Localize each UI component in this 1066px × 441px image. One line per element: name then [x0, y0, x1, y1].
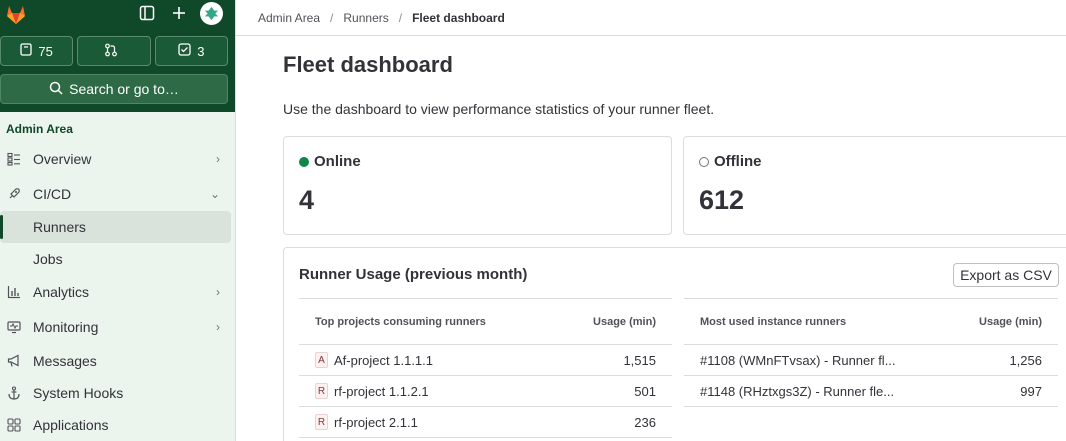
- sidebar-item-monitoring[interactable]: Monitoring ›: [0, 309, 236, 344]
- sidebar-header: 75 3 Search or go to…: [0, 0, 235, 112]
- usage-value: 997: [1020, 383, 1042, 399]
- page-description: Use the dashboard to view performance st…: [283, 101, 715, 117]
- merge-request-icon: [104, 43, 118, 60]
- issues-count: 75: [38, 43, 53, 59]
- table-row: #1108 (WMnFTvsax) - Runner fl... 1,256: [684, 345, 1058, 376]
- breadcrumb-admin-area[interactable]: Admin Area: [258, 11, 320, 25]
- project-avatar: R: [315, 383, 328, 399]
- sidebar-item-jobs[interactable]: Jobs: [0, 243, 236, 275]
- todo-check-icon: [178, 43, 191, 59]
- merge-requests-button[interactable]: [77, 36, 151, 66]
- sidebar-item-label: System Hooks: [33, 385, 124, 401]
- megaphone-icon: [6, 353, 22, 369]
- sidebar-item-label: Jobs: [33, 251, 63, 267]
- runner-link[interactable]: #1148 (RHztxgs3Z) - Runner fle...: [700, 384, 894, 399]
- search-button[interactable]: Search or go to…: [0, 74, 228, 104]
- column-header-usage: Usage (min): [979, 315, 1042, 328]
- search-icon: [49, 81, 63, 98]
- sidebar-item-label: Runners: [33, 219, 86, 235]
- gitlab-logo-icon[interactable]: [4, 2, 28, 26]
- project-link[interactable]: rf-project 1.1.2.1: [334, 384, 429, 399]
- usage-value: 1,515: [623, 352, 656, 368]
- plus-icon[interactable]: [168, 2, 190, 24]
- breadcrumb: Admin Area / Runners / Fleet dashboard: [236, 0, 1066, 36]
- offline-stat-header: Offline: [699, 153, 762, 170]
- online-stat-card: Online 4: [283, 136, 672, 235]
- sidebar: 75 3 Search or go to… Admin Area Overvie…: [0, 0, 236, 441]
- sidebar-item-label: Overview: [33, 151, 92, 167]
- sidebar-item-cicd[interactable]: CI/CD ⌄: [0, 176, 236, 211]
- page-title: Fleet dashboard: [283, 52, 453, 77]
- sidebar-item-analytics[interactable]: Analytics ›: [0, 275, 236, 309]
- column-header-usage: Usage (min): [593, 315, 656, 328]
- runner-link[interactable]: #1108 (WMnFTvsax) - Runner fl...: [700, 353, 896, 368]
- avatar[interactable]: [200, 2, 223, 25]
- sidebar-item-label: Monitoring: [33, 318, 99, 335]
- toggle-sidebar-icon[interactable]: [136, 2, 158, 24]
- sidebar-item-system-hooks[interactable]: System Hooks: [0, 377, 236, 409]
- project-avatar: A: [315, 352, 328, 368]
- usage-value: 236: [634, 414, 656, 430]
- project-avatar: R: [315, 414, 328, 430]
- applications-icon: [6, 417, 22, 433]
- online-stat-header: Online: [299, 153, 361, 170]
- rocket-icon: [6, 186, 22, 202]
- monitor-icon: [6, 319, 22, 335]
- offline-label: Offline: [714, 153, 762, 170]
- sidebar-item-overview[interactable]: Overview ›: [0, 142, 236, 176]
- online-count: 4: [299, 185, 315, 215]
- table-row: R rf-project 1.1.2.1 501: [299, 376, 672, 407]
- column-header-name: Most used instance runners: [700, 315, 847, 328]
- breadcrumb-runners[interactable]: Runners: [343, 11, 388, 25]
- search-label: Search or go to…: [69, 81, 179, 97]
- table-row: R rf-project 2.1.1 236: [299, 407, 672, 438]
- issues-count-button[interactable]: 75: [0, 36, 74, 66]
- chevron-right-icon: ›: [216, 152, 220, 166]
- sidebar-item-label: Applications: [33, 417, 109, 433]
- runner-usage-title: Runner Usage (previous month): [299, 266, 528, 283]
- sidebar-nav: Overview › CI/CD ⌄ Runners Jobs Analytic…: [0, 142, 236, 441]
- sidebar-item-runners[interactable]: Runners: [0, 211, 231, 243]
- todos-count: 3: [197, 43, 205, 59]
- usage-value: 1,256: [1009, 352, 1042, 368]
- table-row: #1148 (RHztxgs3Z) - Runner fle... 997: [684, 376, 1058, 407]
- counts-bar: 75 3: [0, 36, 228, 66]
- issues-icon: [20, 43, 33, 59]
- runner-usage-card: Runner Usage (previous month) Export as …: [283, 247, 1066, 441]
- section-label: Admin Area: [6, 122, 73, 136]
- online-label: Online: [314, 153, 361, 170]
- offline-count: 612: [699, 185, 745, 215]
- sidebar-item-label: Messages: [33, 352, 97, 369]
- todos-count-button[interactable]: 3: [154, 36, 228, 66]
- offline-status-icon: [699, 156, 709, 167]
- breadcrumb-fleet-dashboard[interactable]: Fleet dashboard: [412, 11, 505, 25]
- project-link[interactable]: rf-project 2.1.1: [334, 415, 418, 430]
- breadcrumb-separator: /: [398, 10, 403, 25]
- table-header: Top projects consuming runners Usage (mi…: [299, 299, 672, 345]
- online-status-icon: [299, 156, 309, 167]
- table-header: Most used instance runners Usage (min): [684, 299, 1058, 345]
- table-row: A Af-project 1.1.1.1 1,515: [299, 345, 672, 376]
- sidebar-item-label: Analytics: [33, 284, 90, 300]
- chevron-right-icon: ›: [216, 285, 220, 299]
- chevron-right-icon: ›: [216, 319, 220, 334]
- top-runners-table: Most used instance runners Usage (min) #…: [684, 298, 1058, 407]
- sidebar-item-applications[interactable]: Applications: [0, 409, 236, 441]
- project-link[interactable]: Af-project 1.1.1.1: [334, 353, 433, 368]
- top-projects-table: Top projects consuming runners Usage (mi…: [299, 298, 672, 438]
- column-header-name: Top projects consuming runners: [315, 315, 486, 328]
- breadcrumb-separator: /: [330, 10, 334, 25]
- overview-icon: [6, 151, 22, 167]
- anchor-icon: [6, 385, 22, 401]
- chevron-down-icon: ⌄: [209, 186, 220, 201]
- export-csv-button[interactable]: Export as CSV: [953, 263, 1059, 287]
- chart-icon: [6, 284, 22, 300]
- usage-value: 501: [634, 383, 656, 399]
- sidebar-item-label: CI/CD: [33, 185, 72, 202]
- sidebar-item-messages[interactable]: Messages: [0, 344, 236, 377]
- offline-stat-card: Offline 612: [683, 136, 1066, 235]
